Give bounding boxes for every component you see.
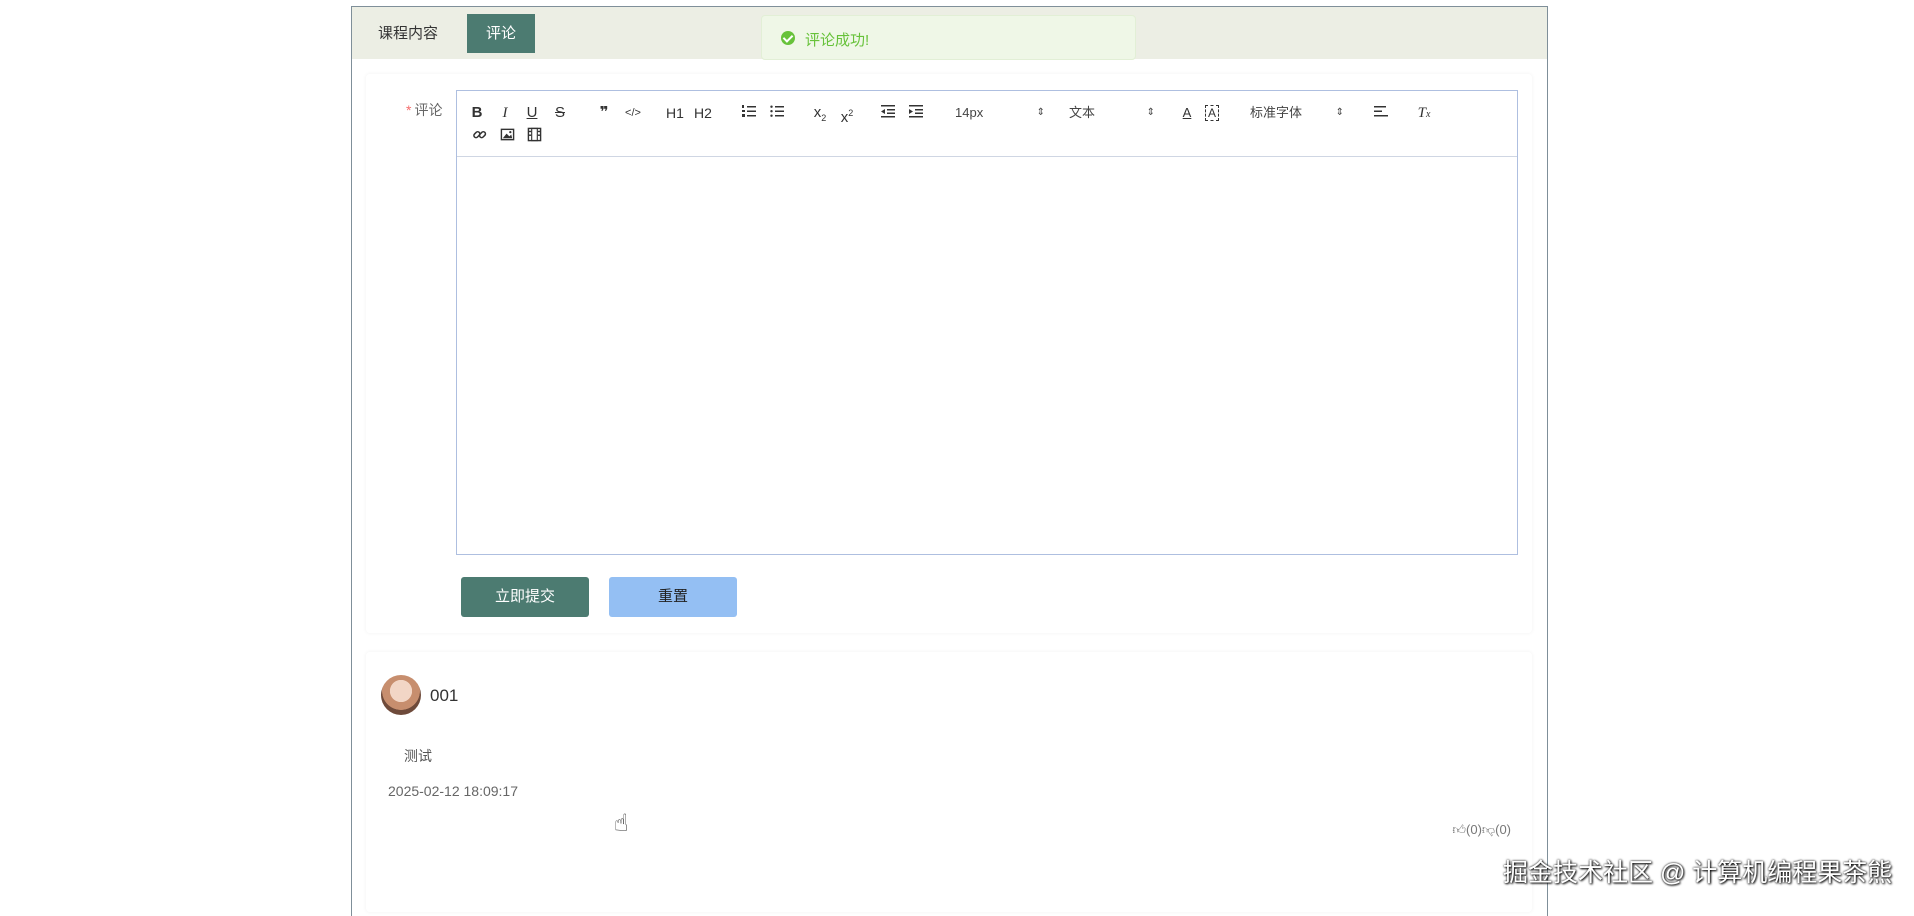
paragraph-format-select[interactable]: 文本 ⇕ — [1069, 103, 1155, 123]
thumbs-down-icon[interactable]: 👎︎ — [1482, 822, 1495, 837]
subscript-icon[interactable]: x2 — [810, 103, 830, 123]
rich-text-editor: B I U S ❞ </> H1 H2 x2 x2 14px ⇕ 文本 ⇕ A … — [456, 90, 1518, 555]
comment-username: 001 — [430, 686, 459, 705]
bold-button[interactable]: B — [470, 103, 484, 123]
avatar — [381, 675, 421, 715]
clear-format-icon[interactable]: Tx — [1414, 103, 1434, 123]
underline-button[interactable]: U — [525, 103, 539, 123]
font-size-select[interactable]: 14px ⇕ — [955, 103, 1045, 123]
outdent-icon[interactable] — [879, 103, 897, 123]
watermark: 掘金技术社区 @ 计算机编程果茶熊 — [1503, 859, 1893, 887]
submit-button[interactable]: 立即提交 — [461, 577, 589, 617]
font-color-icon[interactable]: A — [1178, 103, 1196, 123]
blockquote-icon[interactable]: ❞ — [595, 103, 613, 123]
comment-item: 001 测试 2025-02-12 18:09:17 👍︎(0)👎︎(0) — [366, 652, 1532, 912]
select-arrows-icon: ⇕ — [1335, 107, 1344, 118]
link-icon[interactable] — [470, 127, 488, 147]
bullet-list-icon[interactable] — [768, 103, 786, 123]
comment-label-text: 评论 — [414, 102, 443, 118]
comment-label: * 评论 — [406, 100, 442, 120]
select-arrows-icon: ⇕ — [1146, 107, 1155, 118]
dislike-count: (0) — [1495, 822, 1511, 837]
comment-votes: 👍︎(0)👎︎(0) — [1452, 822, 1511, 838]
like-count: (0) — [1466, 822, 1482, 837]
comment-timestamp: 2025-02-12 18:09:17 — [388, 783, 518, 799]
image-icon[interactable] — [498, 127, 516, 147]
code-block-icon[interactable]: </> — [622, 103, 644, 123]
toast-message: 评论成功! — [805, 32, 870, 49]
superscript-icon[interactable]: x2 — [837, 103, 857, 126]
align-left-icon[interactable] — [1372, 103, 1390, 123]
tab-comment[interactable]: 评论 — [467, 14, 535, 53]
select-arrows-icon: ⇕ — [1036, 107, 1045, 118]
heading-1-button[interactable]: H1 — [664, 103, 686, 123]
font-size-value: 14px — [955, 105, 984, 120]
ordered-list-icon[interactable] — [740, 103, 758, 123]
editor-content-area[interactable] — [457, 157, 1517, 554]
hand-cursor-icon: ☝ — [614, 810, 629, 837]
comment-content: 测试 — [404, 748, 432, 764]
thumbs-up-icon[interactable]: 👍︎ — [1452, 822, 1466, 837]
check-circle-icon — [781, 31, 795, 45]
success-toast: 评论成功! — [761, 15, 1136, 60]
comment-form: * 评论 B I U S ❞ </> H1 H2 x2 x2 14px ⇕ 文本… — [366, 74, 1532, 633]
indent-icon[interactable] — [907, 103, 925, 123]
italic-button[interactable]: I — [498, 103, 512, 123]
tab-course-content[interactable]: 课程内容 — [362, 14, 454, 53]
paragraph-format-value: 文本 — [1069, 105, 1096, 120]
heading-2-button[interactable]: H2 — [692, 103, 714, 123]
required-mark: * — [406, 102, 412, 118]
font-family-select[interactable]: 标准字体 ⇕ — [1250, 103, 1344, 123]
video-icon[interactable] — [525, 127, 543, 147]
reset-button[interactable]: 重置 — [609, 577, 737, 617]
font-family-value: 标准字体 — [1250, 105, 1303, 120]
strikethrough-button[interactable]: S — [553, 103, 567, 123]
background-color-icon[interactable]: A — [1203, 103, 1221, 123]
editor-toolbar: B I U S ❞ </> H1 H2 x2 x2 14px ⇕ 文本 ⇕ A … — [457, 91, 1517, 157]
